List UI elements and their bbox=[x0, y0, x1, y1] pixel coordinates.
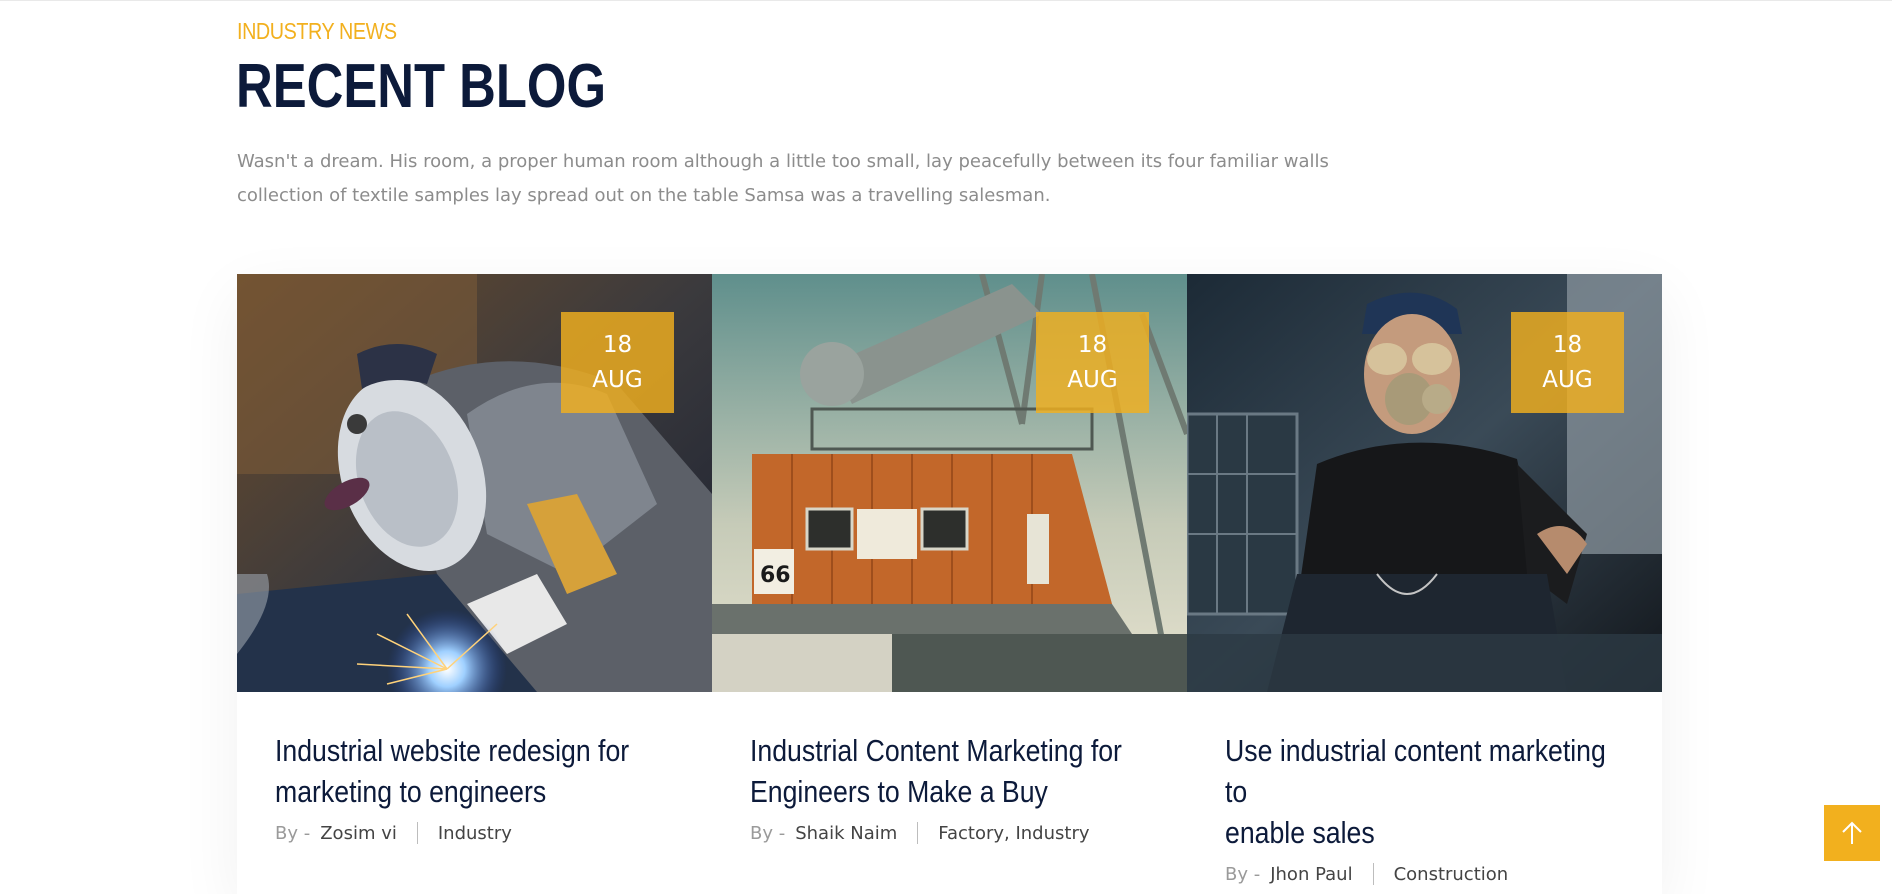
post-categories[interactable]: Industry bbox=[438, 823, 512, 844]
post-meta: By - Shaik Naim Factory, Industry bbox=[750, 822, 1150, 844]
blog-card[interactable]: 18 AUG Industrial website redesign for m… bbox=[237, 274, 712, 894]
post-categories[interactable]: Construction bbox=[1394, 864, 1509, 885]
top-divider bbox=[0, 0, 1892, 1]
date-day: 18 bbox=[1552, 331, 1583, 358]
blog-card[interactable]: 66 18 AUG Industrial Content Marketing f… bbox=[712, 274, 1187, 894]
by-prefix: By - bbox=[275, 822, 311, 844]
section-title: RECENT BLOG bbox=[236, 52, 607, 121]
post-author[interactable]: Jhon Paul bbox=[1270, 864, 1352, 885]
svg-text:66: 66 bbox=[760, 563, 791, 588]
post-title[interactable]: Industrial Content Marketing for Enginee… bbox=[750, 730, 1146, 812]
post-author[interactable]: Zosim vi bbox=[320, 823, 397, 844]
section-intro: Wasn't a dream. His room, a proper human… bbox=[237, 145, 1337, 213]
post-meta: By - Jhon Paul Construction bbox=[1225, 863, 1625, 885]
date-day: 18 bbox=[602, 331, 633, 358]
card-body: Industrial website redesign for marketin… bbox=[275, 730, 675, 844]
arrow-up-icon bbox=[1842, 821, 1862, 844]
post-image-welder[interactable]: 18 AUG bbox=[237, 274, 712, 692]
post-categories[interactable]: Factory, Industry bbox=[938, 823, 1089, 844]
scroll-to-top-button[interactable] bbox=[1824, 805, 1880, 861]
date-month: AUG bbox=[592, 366, 643, 393]
post-title-line: Use industrial content marketing to bbox=[1225, 733, 1606, 809]
by-prefix: By - bbox=[1225, 863, 1261, 885]
post-title-line: marketing to engineers bbox=[275, 774, 547, 809]
date-badge: 18 AUG bbox=[1036, 312, 1149, 413]
card-body: Industrial Content Marketing for Enginee… bbox=[750, 730, 1150, 844]
post-title-line: Industrial Content Marketing for bbox=[750, 733, 1122, 768]
post-author[interactable]: Shaik Naim bbox=[795, 823, 897, 844]
date-badge: 18 AUG bbox=[561, 312, 674, 413]
post-title-line: enable sales bbox=[1225, 815, 1375, 850]
date-day: 18 bbox=[1077, 331, 1108, 358]
post-title[interactable]: Use industrial content marketing to enab… bbox=[1225, 730, 1621, 853]
blog-card[interactable]: 18 AUG Use industrial content marketing … bbox=[1187, 274, 1662, 894]
post-image-crane[interactable]: 66 18 AUG bbox=[712, 274, 1187, 692]
by-prefix: By - bbox=[750, 822, 786, 844]
post-image-gasmask[interactable]: 18 AUG bbox=[1187, 274, 1662, 692]
meta-separator bbox=[1372, 863, 1374, 885]
post-title-line: Industrial website redesign for bbox=[275, 733, 630, 768]
intro-line: collection of textile samples lay spread… bbox=[237, 185, 1051, 206]
card-body: Use industrial content marketing to enab… bbox=[1225, 730, 1625, 885]
intro-line: Wasn't a dream. His room, a proper human… bbox=[237, 151, 1329, 172]
date-month: AUG bbox=[1067, 366, 1118, 393]
blog-cards: 18 AUG Industrial website redesign for m… bbox=[237, 274, 1662, 894]
meta-separator bbox=[416, 822, 418, 844]
date-badge: 18 AUG bbox=[1511, 312, 1624, 413]
date-month: AUG bbox=[1542, 366, 1593, 393]
post-title-line: Engineers to Make a Buy bbox=[750, 774, 1048, 809]
post-meta: By - Zosim vi Industry bbox=[275, 822, 675, 844]
meta-separator bbox=[917, 822, 919, 844]
section-kicker: INDUSTRY NEWS bbox=[237, 18, 397, 44]
post-title[interactable]: Industrial website redesign for marketin… bbox=[275, 730, 671, 812]
